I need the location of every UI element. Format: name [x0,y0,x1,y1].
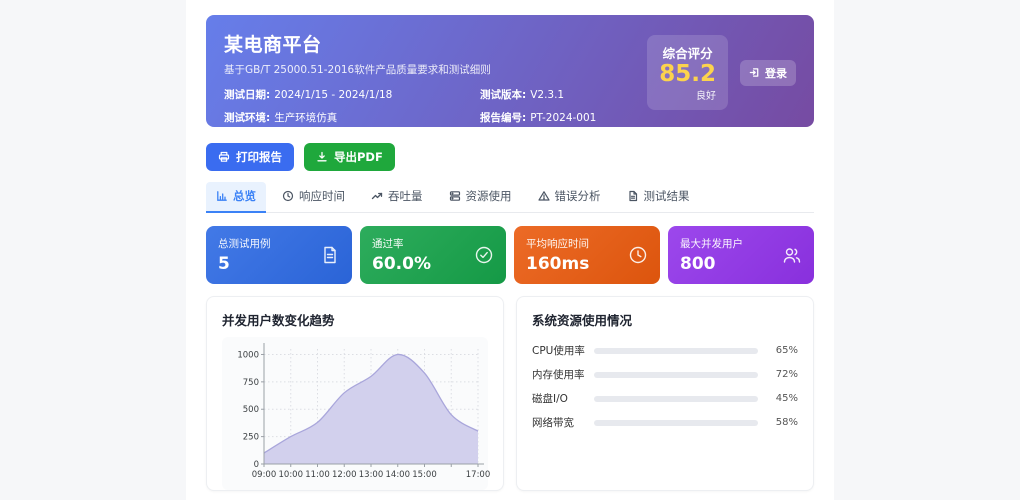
file-icon [627,190,639,202]
resource-rows: CPU使用率 65% 内存使用率 72% 磁盘I/O 45% 网络带宽 58% [532,343,798,430]
meta-test-env: 测试环境: 生产环境仿真 [224,112,338,124]
login-label: 登录 [765,66,787,80]
svg-text:15:00: 15:00 [412,470,437,480]
clock-icon [628,245,648,265]
stat-cards: 总测试用例 5 通过率 60.0% 平均响应时间 160ms 最大并发用户 800 [206,226,814,284]
tab-throughput[interactable]: 吞吐量 [361,182,433,213]
score-value: 85.2 [659,60,716,87]
bar-chart-icon [216,190,228,202]
svg-text:250: 250 [243,433,259,443]
progress-track [594,347,758,354]
clock-icon [282,190,294,202]
progress-track [594,371,758,378]
meta-test-version: 测试版本: V2.3.1 [480,89,565,101]
resource-row-disk: 磁盘I/O 45% [532,393,798,405]
svg-text:17:00: 17:00 [466,470,490,480]
progress-track [594,419,758,426]
resource-percent: 65% [775,345,798,356]
score-grade: 良好 [696,91,716,103]
resource-usage-card: 系统资源使用情况 CPU使用率 65% 内存使用率 72% 磁盘I/O 45% [516,296,814,491]
svg-text:13:00: 13:00 [359,470,384,480]
trending-up-icon [371,190,383,202]
svg-text:750: 750 [243,378,259,388]
report-meta: 测试日期: 2024/1/15 - 2024/1/18 测试版本: V2.3.1 测… [224,87,596,125]
tab-overview[interactable]: 总览 [206,182,266,213]
svg-text:12:00: 12:00 [332,470,357,480]
resource-percent: 45% [775,393,798,404]
document-icon [320,245,340,265]
chart-panel: 0 250 500 750 1000 09:00 10:00 11:00 12:00 13:00 1… [222,337,490,490]
download-icon [316,151,328,163]
chart-title: 并发用户数变化趋势 [222,313,335,328]
tab-bar: 总览 响应时间 吞吐量 资源使用 错误分析 测试结果 [206,182,814,213]
login-button[interactable]: 登录 [740,59,796,86]
stat-label: 最大并发用户 [680,238,743,250]
resource-row-cpu: CPU使用率 65% [532,345,798,357]
users-icon [782,245,802,265]
stat-card: 通过率 60.0% [360,226,506,284]
login-icon [749,67,760,78]
check-circle-icon [474,245,494,265]
concurrency-chart: 0250500750100009:00 10:00 11:00 12:00 13:00 1… [237,343,490,480]
resource-row-memory: 内存使用率 72% [532,369,798,381]
header-right: 综合评分 85.2 良好 登录 [647,30,796,115]
tab-test-results[interactable]: 测试结果 [617,182,700,213]
stat-value: 160ms [526,254,590,274]
header-info: 某电商平台 基于GB/T 25000.51-2016软件产品质量要求和测试细则 … [224,30,596,124]
concurrency-trend-card: 并发用户数变化趋势 0 250 500 750 1000 09:00 10:00 11:00 1… [206,296,504,491]
stat-value: 800 [680,254,716,274]
overall-score-badge: 综合评分 85.2 良好 [647,34,728,111]
tab-resource-usage[interactable]: 资源使用 [439,182,522,213]
stat-value: 5 [218,254,230,274]
stat-card: 最大并发用户 800 [668,226,814,284]
stat-value: 60.0% [372,254,431,274]
stat-label: 平均响应时间 [526,238,589,250]
score-label: 综合评分 [662,45,713,61]
resource-row-network: 网络带宽 58% [532,417,798,429]
report-page: 某电商平台 基于GB/T 25000.51-2016软件产品质量要求和测试细则 … [186,0,834,500]
report-header: 某电商平台 基于GB/T 25000.51-2016软件产品质量要求和测试细则 … [206,15,814,127]
resource-title: 系统资源使用情况 [532,313,633,328]
alert-triangle-icon [537,190,550,202]
stat-label: 通过率 [372,238,404,250]
toolbar: 打印报告 导出PDF [206,143,814,171]
svg-text:10:00: 10:00 [279,470,304,480]
tab-error-analysis[interactable]: 错误分析 [528,182,611,213]
tab-response-time[interactable]: 响应时间 [272,182,355,213]
page-title: 某电商平台 [224,34,322,56]
stat-card: 平均响应时间 160ms [514,226,660,284]
bottom-panels: 并发用户数变化趋势 0 250 500 750 1000 09:00 10:00 11:00 1… [206,296,814,491]
svg-text:500: 500 [243,405,259,415]
svg-text:14:00: 14:00 [386,470,411,480]
resource-percent: 58% [775,417,798,428]
meta-test-date: 测试日期: 2024/1/15 - 2024/1/18 [224,89,393,101]
meta-report-no: 报告编号: PT-2024-001 [480,112,597,124]
printer-icon [218,151,230,163]
print-report-button[interactable]: 打印报告 [206,143,294,171]
page-subtitle: 基于GB/T 25000.51-2016软件产品质量要求和测试细则 [224,64,491,76]
svg-text:09:00: 09:00 [252,470,277,480]
svg-text:11:00: 11:00 [305,470,330,480]
stat-label: 总测试用例 [218,238,271,250]
resource-percent: 72% [775,369,798,380]
server-icon [449,190,461,202]
export-pdf-button[interactable]: 导出PDF [304,143,395,171]
svg-text:1000: 1000 [237,350,259,360]
stat-card: 总测试用例 5 [206,226,352,284]
progress-track [594,395,758,402]
svg-text:0: 0 [254,460,259,470]
